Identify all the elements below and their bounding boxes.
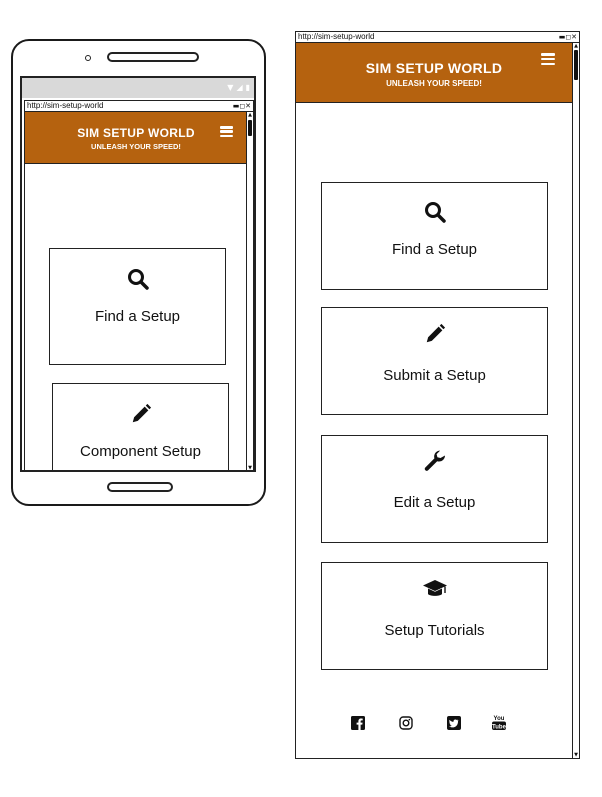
mobile-scrollbar[interactable]: ▲ ▼ bbox=[246, 112, 253, 470]
phone-camera bbox=[85, 55, 91, 61]
mobile-card-label: Find a Setup bbox=[94, 308, 181, 325]
desktop-browser-bar: http://sim-setup-world ▬◻✕ bbox=[296, 32, 579, 43]
mobile-card-component-setup[interactable]: Component Setup bbox=[52, 383, 229, 470]
mobile-browser-bar: http://sim-setup-world ▬◻✕ bbox=[25, 101, 253, 112]
desktop-site-title[interactable]: SIM SETUP WORLD bbox=[296, 60, 572, 76]
desktop-hamburger-icon[interactable] bbox=[541, 53, 555, 65]
mobile-scroll-thumb[interactable] bbox=[248, 120, 252, 136]
signal-icon: ◢ bbox=[236, 83, 243, 92]
mobile-browser-window: http://sim-setup-world ▬◻✕ SIM SETUP WOR… bbox=[24, 100, 254, 470]
wifi-icon: ▼ bbox=[227, 83, 234, 92]
svg-text:You: You bbox=[494, 716, 505, 722]
desktop-window-controls[interactable]: ▬◻✕ bbox=[559, 32, 577, 42]
pencil-icon bbox=[132, 403, 151, 423]
status-bar: ▼ ◢ ▮ bbox=[22, 78, 254, 98]
mobile-hamburger-icon[interactable] bbox=[220, 126, 233, 137]
desktop-card-setup-tutorials[interactable]: Setup Tutorials bbox=[321, 562, 548, 670]
mobile-card-label: Component Setup bbox=[80, 443, 201, 460]
scroll-down-arrow-icon[interactable]: ▼ bbox=[573, 752, 579, 758]
mobile-url[interactable]: http://sim-setup-world bbox=[27, 101, 103, 111]
mobile-window-controls[interactable]: ▬◻✕ bbox=[233, 101, 251, 111]
mobile-site-title[interactable]: SIM SETUP WORLD bbox=[25, 126, 247, 140]
mobile-site-tagline: UNLEASH YOUR SPEED! bbox=[91, 142, 181, 151]
mobile-site-header: SIM SETUP WORLD UNLEASH YOUR SPEED! bbox=[25, 112, 247, 164]
battery-icon: ▮ bbox=[245, 83, 250, 92]
phone-screen: ▼ ◢ ▮ http://sim-setup-world ▬◻✕ SIM SET… bbox=[20, 76, 256, 472]
desktop-card-find-setup[interactable]: Find a Setup bbox=[321, 182, 548, 290]
graduation-cap-icon bbox=[422, 580, 447, 596]
desktop-url[interactable]: http://sim-setup-world bbox=[298, 32, 374, 42]
scroll-up-arrow-icon[interactable]: ▲ bbox=[573, 43, 579, 49]
mobile-card-find-setup[interactable]: Find a Setup bbox=[49, 248, 226, 365]
desktop-card-label: Find a Setup bbox=[391, 241, 478, 258]
desktop-scroll-thumb[interactable] bbox=[574, 50, 578, 80]
desktop-site-header: SIM SETUP WORLD UNLEASH YOUR SPEED! bbox=[296, 43, 572, 103]
scroll-down-arrow-icon[interactable]: ▼ bbox=[247, 465, 253, 470]
instagram-icon[interactable] bbox=[399, 716, 413, 730]
search-icon bbox=[127, 269, 149, 290]
desktop-browser-window: http://sim-setup-world ▬◻✕ SIM SETUP WOR… bbox=[295, 31, 580, 759]
pencil-icon bbox=[426, 323, 445, 343]
desktop-card-label: Setup Tutorials bbox=[384, 622, 485, 639]
scroll-up-arrow-icon[interactable]: ▲ bbox=[247, 112, 253, 118]
facebook-icon[interactable] bbox=[351, 716, 365, 730]
desktop-site-tagline: UNLEASH YOUR SPEED! bbox=[386, 79, 482, 88]
youtube-icon[interactable]: You Tube bbox=[491, 714, 507, 731]
desktop-card-label: Edit a Setup bbox=[393, 494, 476, 511]
twitter-icon[interactable] bbox=[447, 716, 461, 730]
phone-speaker bbox=[107, 52, 199, 62]
search-icon bbox=[424, 202, 446, 223]
desktop-card-submit-setup[interactable]: Submit a Setup bbox=[321, 307, 548, 415]
svg-text:Tube: Tube bbox=[492, 724, 507, 730]
desktop-scrollbar[interactable]: ▲ ▼ bbox=[572, 43, 579, 758]
phone-home-button[interactable] bbox=[107, 482, 173, 492]
desktop-card-label: Submit a Setup bbox=[383, 367, 486, 384]
phone-mockup: ▼ ◢ ▮ http://sim-setup-world ▬◻✕ SIM SET… bbox=[11, 39, 266, 506]
wrench-icon bbox=[424, 450, 445, 471]
desktop-card-edit-setup[interactable]: Edit a Setup bbox=[321, 435, 548, 543]
